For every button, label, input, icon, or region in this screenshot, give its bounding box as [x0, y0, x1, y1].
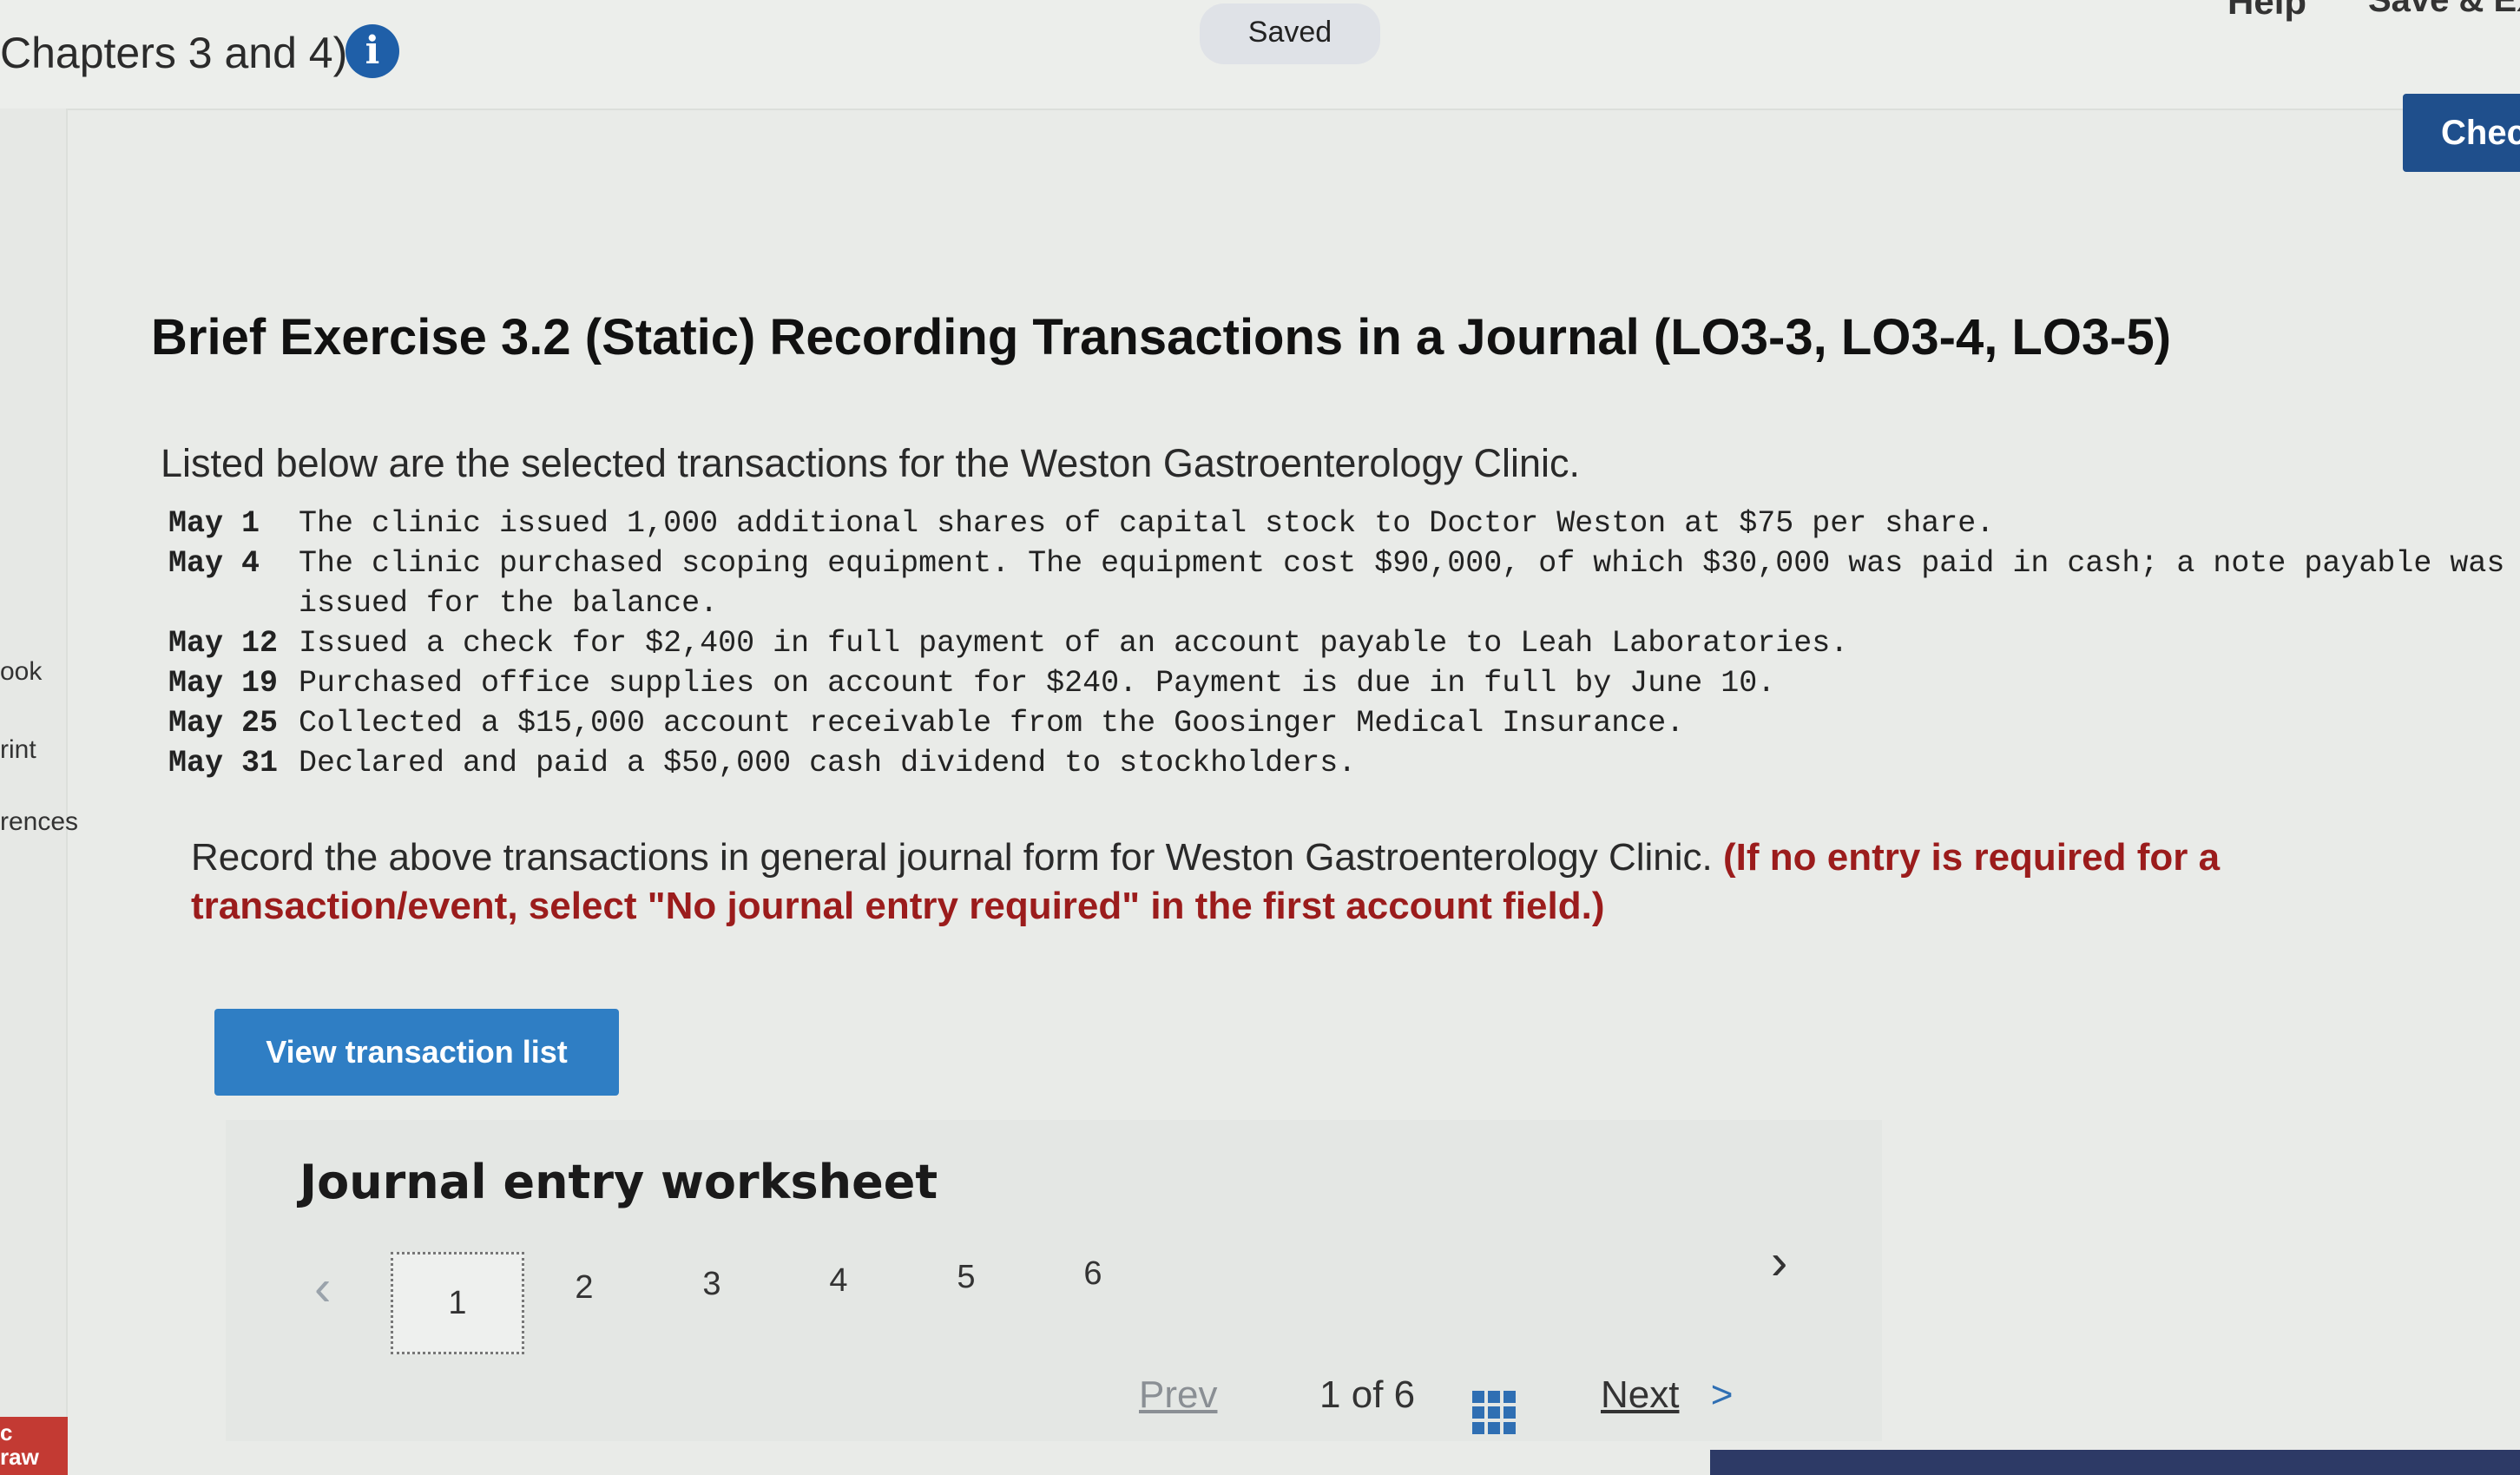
worksheet-tab-5[interactable]: 5 [940, 1259, 992, 1296]
rail-item-references[interactable]: rences [0, 807, 78, 837]
page-current: 1 [1319, 1373, 1341, 1416]
main-content: Brief Exercise 3.2 (Static) Recording Tr… [95, 122, 2520, 1475]
worksheet-tab-1[interactable]: 1 [391, 1252, 524, 1354]
page-indicator: 1 of 6 [1319, 1373, 1415, 1417]
chevron-right-icon[interactable]: › [1771, 1233, 1787, 1291]
transaction-row: May 12 Issued a check for $2,400 in full … [168, 623, 2504, 663]
transaction-text: Declared and paid a $50,000 cash dividen… [299, 746, 1357, 780]
rail-item-print[interactable]: rint [0, 735, 36, 765]
exercise-intro: Listed below are the selected transactio… [161, 441, 1581, 485]
page-total: 6 [1393, 1373, 1416, 1416]
transaction-list: May 1 The clinic issued 1,000 additional … [168, 504, 2504, 783]
brand-badge: c raw [0, 1417, 68, 1475]
transaction-date: May 4 [168, 546, 260, 581]
instructions: Record the above transactions in general… [191, 833, 2448, 931]
transaction-continuation: issued for the balance. [299, 586, 719, 621]
worksheet-tab-4[interactable]: 4 [813, 1262, 865, 1300]
next-label: Next [1601, 1373, 1680, 1416]
assignment-title: Chapters 3 and 4) [0, 29, 348, 77]
left-rail: ook rint rences [0, 109, 78, 1475]
transaction-row: May 25 Collected a $15,000 account receiv… [168, 703, 2504, 743]
transaction-text: Purchased office supplies on account for… [299, 666, 1776, 701]
transaction-date: May 19 [168, 666, 279, 701]
transaction-row: May 1 The clinic issued 1,000 additional … [168, 504, 2504, 543]
transaction-date: May 31 [168, 746, 279, 780]
help-link[interactable]: Help [2227, 0, 2306, 23]
transaction-date: May 1 [168, 506, 260, 541]
info-icon[interactable]: i [345, 24, 399, 78]
view-transaction-list-button[interactable]: View transaction list [214, 1009, 619, 1096]
worksheet-tab-6[interactable]: 6 [1067, 1255, 1119, 1293]
prev-link[interactable]: Prev [1139, 1373, 1217, 1417]
brand-badge-line2: raw [0, 1444, 39, 1470]
chevron-left-icon[interactable]: ‹ [314, 1259, 331, 1317]
next-arrow-icon: > [1710, 1373, 1734, 1416]
transaction-row: May 31 Declared and paid a $50,000 cash d… [168, 743, 2504, 783]
question-grid-icon[interactable] [1472, 1391, 1516, 1434]
worksheet-title: Journal entry worksheet [299, 1155, 938, 1209]
transaction-text: Issued a check for $2,400 in full paymen… [299, 626, 1849, 661]
save-exit-link[interactable]: Save & Ex [2368, 0, 2520, 20]
exercise-title: Brief Exercise 3.2 (Static) Recording Tr… [151, 309, 2172, 365]
transaction-date: May 25 [168, 706, 279, 741]
transaction-row: May 19 Purchased office supplies on accou… [168, 663, 2504, 703]
transaction-text: The clinic issued 1,000 additional share… [299, 506, 1995, 541]
transaction-text: Collected a $15,000 account receivable f… [299, 706, 1685, 741]
transaction-text: The clinic purchased scoping equipment. … [299, 546, 2505, 581]
transaction-row: May 4 The clinic purchased scoping equipm… [168, 543, 2504, 583]
saved-status-badge: Saved [1200, 3, 1380, 64]
transaction-date: May 12 [168, 626, 279, 661]
instruction-text: Record the above transactions in general… [191, 836, 1713, 879]
bottom-bar [1710, 1450, 2520, 1475]
next-button[interactable]: Next > [1601, 1373, 1733, 1417]
page-of: of [1351, 1373, 1384, 1416]
rail-item-ebook[interactable]: ook [0, 657, 42, 687]
worksheet-tab-3[interactable]: 3 [686, 1266, 738, 1303]
worksheet-tab-2[interactable]: 2 [558, 1269, 610, 1307]
brand-badge-line1: c [0, 1419, 13, 1445]
top-bar: Chapters 3 and 4) i Saved Help Save & Ex [0, 0, 2520, 110]
